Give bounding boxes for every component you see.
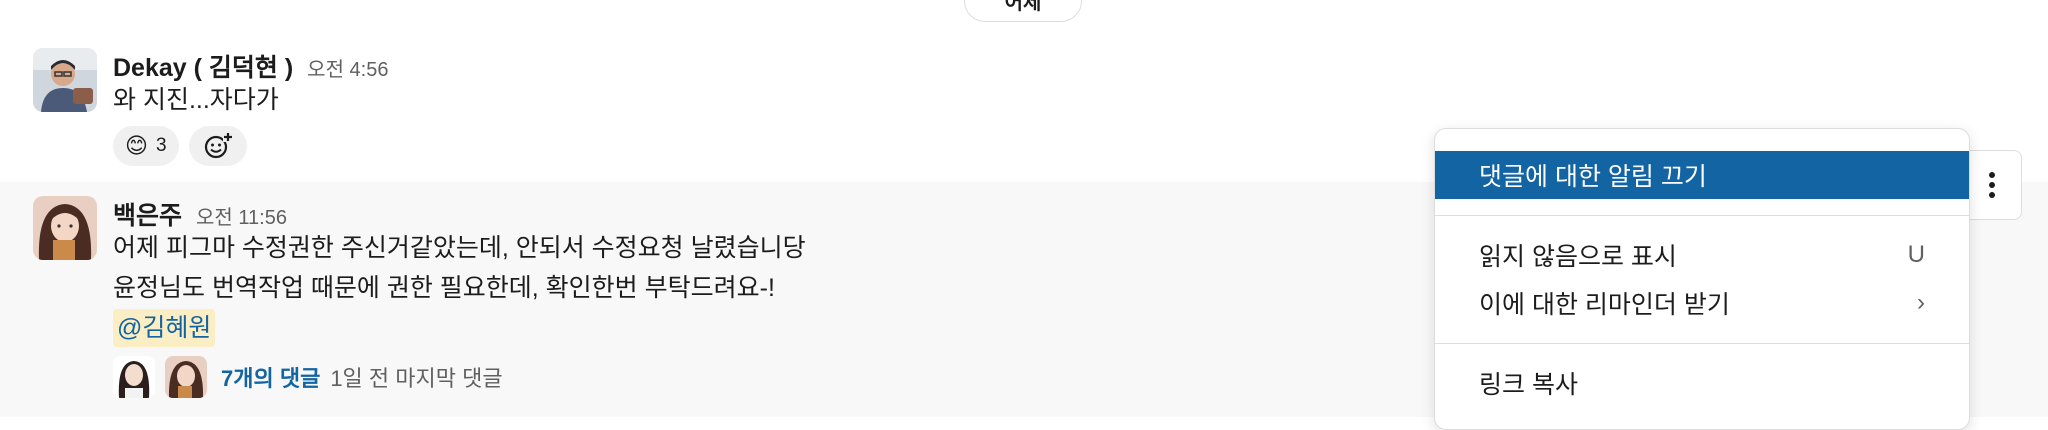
avatar[interactable] — [33, 48, 97, 112]
date-divider-label: 어제 — [1004, 0, 1042, 14]
menu-item-copy-link[interactable]: 링크 복사 — [1435, 359, 1969, 407]
message-context-menu: 댓글에 대한 알림 끄기 읽지 않음으로 표시 U 이에 대한 리마인더 받기 … — [1434, 128, 1970, 430]
message-line: 윤정님도 번역작업 때문에 권한 필요한데, 확인한번 부탁드려요-! — [113, 274, 775, 302]
menu-item-mute-replies[interactable]: 댓글에 대한 알림 끄기 — [1435, 151, 1969, 199]
menu-item-label: 읽지 않음으로 표시 — [1479, 243, 1677, 271]
vertical-ellipsis-icon — [1989, 172, 1995, 198]
message-line: 어제 피그마 수정권한 주신거같았는데, 안되서 수정요청 날렸습니당 — [113, 234, 806, 262]
avatar[interactable] — [33, 196, 97, 260]
reaction-count: 3 — [155, 135, 167, 156]
message-text: 어제 피그마 수정권한 주신거같았는데, 안되서 수정요청 날렸습니당 윤정님도… — [113, 228, 806, 348]
add-reaction-button[interactable] — [188, 126, 247, 166]
menu-item-label: 링크 복사 — [1479, 371, 1578, 399]
message-timestamp[interactable]: 오전 11:56 — [196, 201, 287, 230]
menu-item-shortcut: U — [1907, 241, 1925, 268]
reaction-pill[interactable]: 😊 3 — [113, 126, 179, 166]
more-actions-button[interactable] — [1962, 150, 2022, 220]
menu-item-remind-me[interactable]: 이에 대한 리마인더 받기 › — [1435, 279, 1969, 327]
author-name[interactable]: 백은주 — [113, 196, 182, 232]
thread-reply-count[interactable]: 7개의 댓글 — [221, 361, 320, 393]
menu-item-mark-unread[interactable]: 읽지 않음으로 표시 U — [1435, 231, 1969, 279]
menu-item-label: 이에 대한 리마인더 받기 — [1479, 291, 1730, 319]
menu-divider — [1435, 215, 1969, 216]
thread-participant-avatar — [113, 356, 155, 398]
date-divider-pill[interactable]: 어제 — [964, 0, 1082, 22]
user-mention[interactable]: @김혜원 — [113, 309, 216, 347]
thread-participant-avatar — [165, 356, 207, 398]
message-line: 와 지진...자다가 — [113, 86, 279, 114]
menu-divider — [1435, 343, 1969, 344]
message-text: 와 지진...자다가 — [113, 80, 279, 120]
author-name[interactable]: Dekay ( 김덕현 ) — [113, 48, 293, 84]
message-timestamp[interactable]: 오전 4:56 — [307, 53, 388, 82]
thread-summary[interactable]: 7개의 댓글 1일 전 마지막 댓글 — [113, 356, 503, 398]
message-header: 백은주 오전 11:56 — [113, 196, 287, 232]
menu-item-label: 댓글에 대한 알림 끄기 — [1479, 163, 1707, 191]
chevron-right-icon: › — [1917, 289, 1925, 316]
smiling-face-emoji-icon: 😊 — [125, 133, 148, 158]
add-emoji-icon — [204, 132, 233, 159]
thread-last-reply: 1일 전 마지막 댓글 — [330, 366, 503, 391]
message-header: Dekay ( 김덕현 ) 오전 4:56 — [113, 48, 388, 84]
reaction-bar: 😊 3 — [113, 126, 247, 166]
